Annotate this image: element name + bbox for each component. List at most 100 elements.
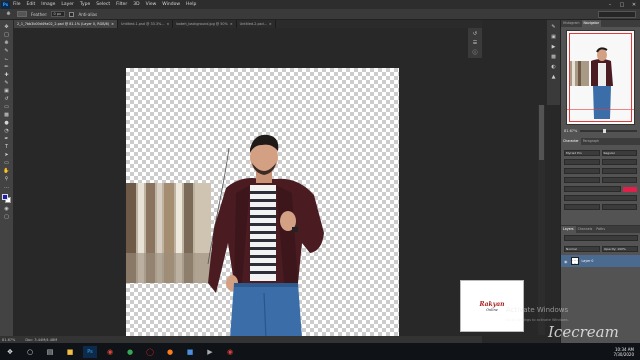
antialias-checkbox[interactable] <box>69 11 75 17</box>
adjustments-icon[interactable]: ◐ <box>551 64 555 70</box>
recorder-app-icon[interactable]: ◉ <box>223 346 237 358</box>
menu-select[interactable]: Select <box>93 2 113 7</box>
tab-document-active[interactable]: 2_1_7bb3b00d49a02_2.psd @ 81.1% (Layer 0… <box>14 20 118 28</box>
color-swatches[interactable] <box>1 194 12 204</box>
blend-mode-select[interactable]: Normal <box>564 246 600 252</box>
font-size-field[interactable] <box>564 159 600 165</box>
brush-presets-icon[interactable]: ✎ <box>551 24 555 30</box>
folder-icon[interactable]: ■ <box>183 346 197 358</box>
tab-layers[interactable]: Layers <box>561 226 576 233</box>
menu-edit[interactable]: Edit <box>24 2 39 7</box>
clone-source-icon[interactable]: ▣ <box>551 34 556 40</box>
file-explorer-icon[interactable]: ■ <box>63 346 77 358</box>
lasso-tool-preset-icon[interactable]: ❋ <box>4 11 13 18</box>
workspace-select[interactable] <box>598 10 636 18</box>
marquee-tool-icon[interactable]: □ <box>2 31 11 38</box>
language-select[interactable] <box>564 204 600 210</box>
tab-channels[interactable]: Channels <box>576 226 595 233</box>
menu-help[interactable]: Help <box>183 2 199 7</box>
layer-row[interactable]: ◉ Layer 0 <box>561 255 640 267</box>
close-icon[interactable]: ✕ <box>628 2 640 8</box>
brush-tool-icon[interactable]: ✎ <box>2 79 11 86</box>
menu-layer[interactable]: Layer <box>58 2 77 7</box>
navigator-zoom-value[interactable]: 81.67% <box>564 129 577 133</box>
navigator-view-box[interactable] <box>569 33 632 122</box>
history-panel-icon[interactable]: ↺ <box>473 31 477 37</box>
status-zoom[interactable]: 81.67% <box>2 338 15 342</box>
minimize-icon[interactable]: – <box>604 2 616 8</box>
chrome-icon[interactable]: ◉ <box>103 346 117 358</box>
close-tab-icon[interactable]: × <box>111 22 114 26</box>
info-panel-icon[interactable]: ⓘ <box>472 49 477 56</box>
visibility-eye-icon[interactable]: ◉ <box>564 259 568 264</box>
pen-tool-icon[interactable]: ✒ <box>2 135 11 142</box>
clone-stamp-tool-icon[interactable]: ▣ <box>2 87 11 94</box>
lasso-tool-icon[interactable]: ❋ <box>2 39 11 46</box>
menu-window[interactable]: Window <box>159 2 183 7</box>
feather-input[interactable]: 0 px <box>51 11 66 17</box>
type-tool-icon[interactable]: T <box>2 143 11 150</box>
font-style-select[interactable]: Regular <box>601 150 637 156</box>
photoshop-taskbar-icon[interactable]: Ps <box>83 345 97 358</box>
close-tab-icon[interactable]: × <box>269 22 272 26</box>
tab-histogram[interactable]: Histogram <box>561 20 582 27</box>
media-app-icon[interactable]: ▶ <box>203 346 217 358</box>
zoom-slider-thumb[interactable] <box>603 129 607 133</box>
tab-character[interactable]: Character <box>561 138 581 145</box>
document-scrollbar[interactable] <box>538 105 545 335</box>
menu-3d[interactable]: 3D <box>130 2 142 7</box>
quick-select-tool-icon[interactable]: ✎ <box>2 47 11 54</box>
task-view-icon[interactable]: ▤ <box>43 346 57 358</box>
vertical-scale-field[interactable] <box>564 177 600 183</box>
text-color-swatch[interactable] <box>623 186 637 192</box>
crop-tool-icon[interactable]: ⌙ <box>2 55 11 62</box>
styles-icon[interactable]: ▲ <box>552 74 556 80</box>
history-brush-tool-icon[interactable]: ↺ <box>2 95 11 102</box>
opera-icon[interactable]: ◯ <box>143 346 157 358</box>
tab-paragraph[interactable]: Paragraph <box>581 138 601 145</box>
quick-mask-icon[interactable]: ◉ <box>2 205 11 212</box>
opacity-field[interactable]: Opacity: 100% <box>602 246 638 252</box>
zoom-slider[interactable] <box>580 129 637 133</box>
eraser-tool-icon[interactable]: ▭ <box>2 103 11 110</box>
tracking-field[interactable] <box>601 168 637 174</box>
properties-panel-icon[interactable]: ☰ <box>473 40 477 46</box>
close-tab-icon[interactable]: × <box>230 22 233 26</box>
navigator-preview[interactable] <box>566 30 635 125</box>
path-selection-tool-icon[interactable]: ➤ <box>2 151 11 158</box>
selection-mode-buttons[interactable] <box>17 11 27 17</box>
menu-image[interactable]: Image <box>38 2 58 7</box>
maximize-icon[interactable]: □ <box>616 2 628 8</box>
baseline-shift-field[interactable] <box>564 186 621 192</box>
close-tab-icon[interactable]: × <box>167 22 170 26</box>
menu-file[interactable]: File <box>10 2 24 7</box>
gradient-tool-icon[interactable]: ▩ <box>2 111 11 118</box>
firefox-icon[interactable]: ● <box>163 346 177 358</box>
eyedropper-tool-icon[interactable]: ✏ <box>2 63 11 70</box>
dodge-tool-icon[interactable]: ◔ <box>2 127 11 134</box>
healing-brush-tool-icon[interactable]: ✚ <box>2 71 11 78</box>
move-tool-icon[interactable]: ✥ <box>2 23 11 30</box>
kerning-field[interactable] <box>564 168 600 174</box>
system-tray[interactable]: 10:34 AM 7/30/2020 <box>613 347 634 357</box>
menu-view[interactable]: View <box>143 2 160 7</box>
font-family-select[interactable]: Myriad Pro <box>564 150 600 156</box>
app-green-icon[interactable]: ● <box>123 346 137 358</box>
foreground-color-swatch[interactable] <box>1 194 8 200</box>
document-area[interactable] <box>14 28 482 338</box>
leading-field[interactable] <box>601 159 637 165</box>
search-icon[interactable]: ○ <box>23 346 37 358</box>
horizontal-scale-field[interactable] <box>601 177 637 183</box>
type-style-buttons[interactable] <box>564 195 637 201</box>
tab-navigator[interactable]: Navigator <box>581 20 602 27</box>
blur-tool-icon[interactable]: ● <box>2 119 11 126</box>
menu-type[interactable]: Type <box>77 2 93 7</box>
tab-document[interactable]: Untitled-1.psd @ 33.3%... × <box>118 20 174 28</box>
tab-document[interactable]: Untitled-2.psd... × <box>237 20 276 28</box>
antialias-select[interactable] <box>601 204 637 210</box>
tab-paths[interactable]: Paths <box>594 226 607 233</box>
tab-document[interactable]: bokeh_background.jpg @ 50% × <box>173 20 237 28</box>
zoom-tool-icon[interactable]: ⚲ <box>2 175 11 182</box>
menu-filter[interactable]: Filter <box>113 2 130 7</box>
scrollbar-thumb[interactable] <box>539 105 544 160</box>
